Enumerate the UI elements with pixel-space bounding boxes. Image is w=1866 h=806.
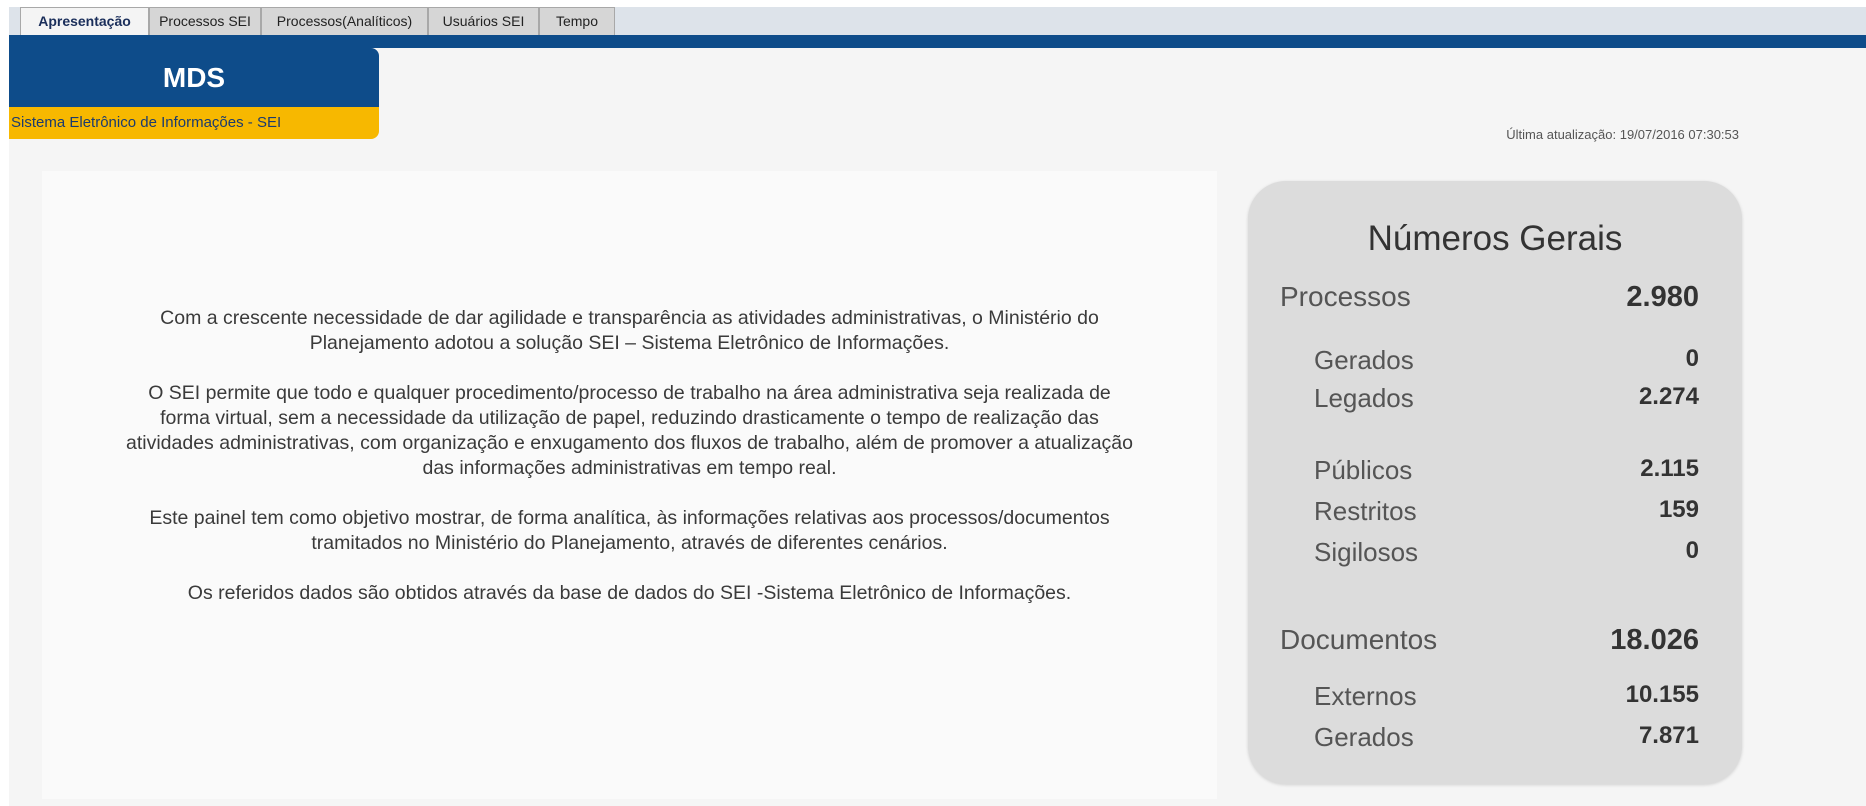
- intro-line: Os referidos dados são obtidos através d…: [187, 582, 1072, 604]
- intro-line: Este painel tem como objetivo mostrar, d…: [149, 507, 1110, 529]
- stat-label: Documentos: [1280, 624, 1438, 655]
- stat-value: 2.980: [1626, 281, 1699, 313]
- stat-value: 18.026: [1610, 624, 1699, 656]
- intro-paragraph: Os referidos dados são obtidos através d…: [42, 581, 1217, 606]
- stat-value: 0: [1685, 537, 1699, 564]
- stat-value: 2.274: [1638, 383, 1699, 410]
- stat-value: 0: [1685, 345, 1699, 372]
- intro-paragraph: Com a crescente necessidade de dar agili…: [42, 306, 1217, 356]
- brand-logo-text: MDS: [162, 62, 226, 93]
- intro-paragraph: Este painel tem como objetivo mostrar, d…: [42, 506, 1217, 556]
- card-title: Números Gerais: [1367, 219, 1623, 258]
- stat-processos-gerados: Gerados 0: [1248, 345, 1742, 375]
- header-band: [9, 35, 1866, 48]
- intro-line: Com a crescente necessidade de dar agili…: [160, 307, 1099, 329]
- stat-processos-sigilosos: Sigilosos 0: [1248, 537, 1742, 567]
- system-name: Sistema Eletrônico de Informações - SEI: [11, 114, 282, 131]
- stat-label: Gerados: [1314, 345, 1414, 375]
- tab-processos-analiticos[interactable]: Processos(Analíticos): [261, 7, 428, 35]
- intro-line: forma virtual, sem a necessidade da util…: [160, 407, 1099, 429]
- brand-banner: MDS: [9, 48, 379, 107]
- intro-line: atividades administrativas, com organiza…: [126, 432, 1133, 454]
- stat-processos-legados: Legados 2.274: [1248, 383, 1742, 413]
- intro-line: das informações administrativas em tempo…: [422, 457, 837, 479]
- stat-processos: Processos 2.980: [1248, 281, 1742, 313]
- intro-line: Planejamento adotou a solução SEI – Sist…: [309, 332, 950, 354]
- stat-label: Públicos: [1314, 455, 1413, 485]
- tab-apresentacao[interactable]: Apresentação: [20, 7, 149, 35]
- general-numbers-card: Números Gerais Processos 2.980 Gerados 0…: [1248, 181, 1742, 784]
- tab-usuarios-sei[interactable]: Usuários SEI: [428, 7, 539, 35]
- intro-line: O SEI permite que todo e qualquer proced…: [148, 382, 1111, 404]
- stat-documentos-externos: Externos 10.155: [1248, 681, 1742, 711]
- stat-processos-restritos: Restritos 159: [1248, 496, 1742, 526]
- stat-label: Externos: [1314, 681, 1417, 711]
- tab-tempo[interactable]: Tempo: [539, 7, 615, 35]
- intro-paragraph: O SEI permite que todo e qualquer proced…: [42, 381, 1217, 481]
- stat-label: Legados: [1314, 383, 1414, 413]
- intro-line: tramitados no Ministério do Planejamento…: [311, 532, 948, 554]
- last-update: Última atualização: 19/07/2016 07:30:53: [1506, 127, 1739, 142]
- stat-label: Gerados: [1314, 722, 1414, 752]
- stat-processos-publicos: Públicos 2.115: [1248, 455, 1742, 485]
- tab-processos-sei[interactable]: Processos SEI: [149, 7, 261, 35]
- stat-documentos-gerados: Gerados 7.871: [1248, 722, 1742, 752]
- stat-documentos: Documentos 18.026: [1248, 624, 1742, 656]
- tab-bar: Apresentação Processos SEI Processos(Ana…: [9, 7, 1866, 35]
- stat-value: 10.155: [1625, 681, 1699, 708]
- stat-label: Processos: [1280, 281, 1411, 312]
- stat-label: Sigilosos: [1314, 537, 1419, 567]
- stat-value: 2.115: [1640, 455, 1699, 482]
- system-name-banner: Sistema Eletrônico de Informações - SEI: [9, 107, 379, 139]
- intro-panel: Com a crescente necessidade de dar agili…: [42, 171, 1217, 799]
- dashboard-page: Apresentação Processos SEI Processos(Ana…: [9, 7, 1866, 806]
- stat-label: Restritos: [1314, 496, 1417, 526]
- stat-value: 159: [1658, 496, 1699, 523]
- stat-value: 7.871: [1638, 722, 1699, 749]
